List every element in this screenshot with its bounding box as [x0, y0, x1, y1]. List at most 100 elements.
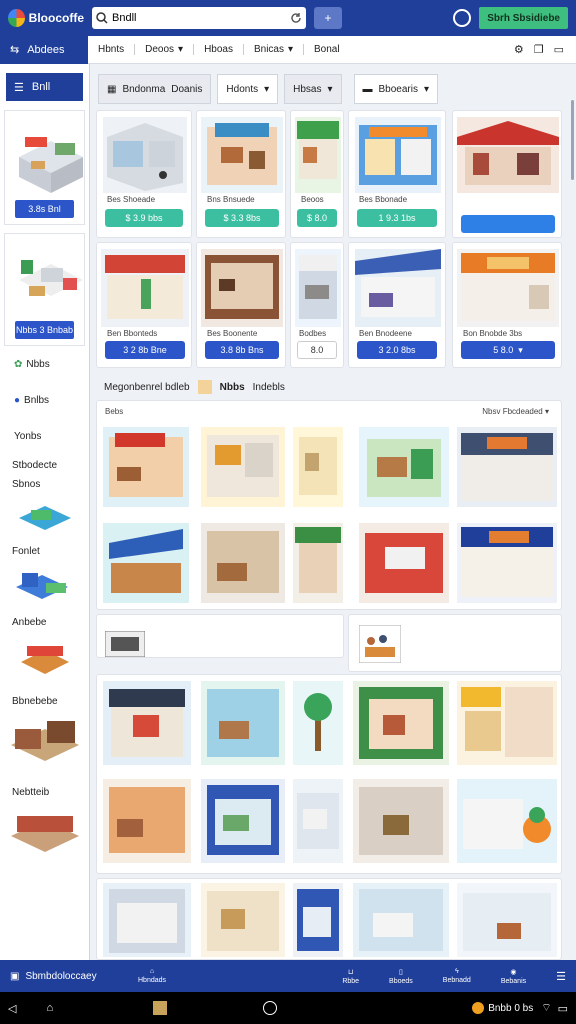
gallery-image[interactable]	[293, 427, 343, 507]
home-nav-icon[interactable]: ⌂	[46, 1002, 53, 1014]
scrollbar[interactable]	[571, 100, 574, 180]
gallery-image[interactable]	[353, 883, 449, 957]
gallery-image[interactable]	[293, 523, 343, 603]
toolbar-item-1[interactable]: Hbnts	[88, 44, 136, 55]
price-button[interactable]: 3.8 8b Bns	[205, 341, 279, 359]
sidebar-category-6[interactable]: Nebtteib	[0, 781, 89, 800]
search-input[interactable]	[112, 12, 286, 24]
product-card[interactable]: Ben Bnodeene 3 2.0 8bs	[348, 242, 446, 368]
copy-icon[interactable]: ❐	[534, 43, 544, 56]
product-image	[101, 249, 189, 327]
bottom-item-1[interactable]: ⌂ Hbndads	[138, 968, 166, 984]
sidebar-category-4[interactable]: Anbebe	[0, 611, 89, 630]
sidebar-menu-button[interactable]: ☰ Bnll	[6, 73, 83, 101]
gallery-image[interactable]	[359, 427, 449, 507]
coin-icon	[472, 1002, 485, 1014]
sidebar-card-2[interactable]: Nbbs 3 Bnbab	[4, 233, 85, 346]
gallery-image[interactable]	[103, 779, 191, 863]
filter-label: Bndonma	[122, 83, 166, 95]
gallery-image[interactable]	[103, 681, 191, 765]
gallery-image[interactable]	[457, 681, 557, 765]
product-card[interactable]: Bes Shoeade $ 3.9 bbs	[96, 110, 192, 238]
price-button[interactable]	[461, 215, 555, 233]
bottom-left[interactable]: ▣ Sbmbdoloccaey	[10, 971, 130, 982]
app-bar: Bloocoffe + Sbrh Sbsidiebe	[0, 0, 576, 36]
gallery-image[interactable]	[103, 883, 191, 957]
toolbar-item-2[interactable]: Deoos ▾	[135, 44, 195, 55]
gallery-image[interactable]	[103, 427, 189, 507]
search-bar[interactable]	[92, 7, 306, 29]
gallery-image[interactable]	[359, 523, 449, 603]
filter-chip-4[interactable]: ▬ Bboearis ▾	[353, 74, 439, 104]
sidebar-category-3[interactable]: Fonlet	[0, 540, 89, 559]
gallery-image[interactable]	[353, 681, 449, 765]
price-button[interactable]: 3 2 8b Bne	[105, 341, 185, 359]
product-card[interactable]: Bes Bbonade 1 9.3 1bs	[348, 110, 446, 238]
gallery-image[interactable]	[457, 523, 557, 603]
gallery-image[interactable]	[353, 779, 449, 863]
bottom-item-2[interactable]: ⊔ Rbbe	[342, 968, 359, 985]
sidebar-category-1[interactable]: Stbodecte	[0, 454, 89, 473]
product-card[interactable]: Ben Bbonteds 3 2 8b Bne	[96, 242, 192, 368]
sidebar-link-3[interactable]: Yonbs	[0, 418, 89, 454]
bottom-item-4[interactable]: ϟ Bebnadd	[443, 968, 471, 984]
bookmark-icon[interactable]: ▭	[554, 43, 564, 56]
gallery-image[interactable]	[103, 523, 189, 603]
product-card[interactable]: Bodbes 8.0	[290, 242, 344, 368]
refresh-icon[interactable]	[290, 12, 302, 24]
toolbar-left[interactable]: ⇆ Abdees	[0, 35, 88, 64]
app-switcher-icon[interactable]	[153, 1001, 168, 1015]
app-logo[interactable]: Bloocoffe	[8, 9, 84, 27]
toolbar-item-3[interactable]: Hboas	[194, 44, 244, 55]
bottom-item-5[interactable]: ◉ Bebanis	[501, 968, 526, 985]
product-card[interactable]	[452, 110, 562, 238]
gallery-image[interactable]	[201, 681, 285, 765]
sidebar-category-5[interactable]: Bbnebebe	[0, 690, 89, 709]
gallery-image[interactable]	[201, 779, 285, 863]
price-button[interactable]: $ 3.3 8bs	[205, 209, 279, 227]
panel-right-text: Nbsv Fbcdeaded	[482, 407, 543, 416]
panel-label-right[interactable]: Nbsv Fbcdeaded ▾	[482, 407, 549, 416]
sidebar-card-2-button[interactable]: Nbbs 3 Bnbab	[15, 321, 74, 339]
bottom-item-label: Rbbe	[342, 977, 360, 985]
price-button[interactable]: 8.0	[297, 341, 337, 359]
price-button[interactable]: 3 2.0 8bs	[357, 341, 437, 359]
gallery-image[interactable]	[457, 883, 557, 957]
gallery-image[interactable]	[201, 427, 285, 507]
bottom-item-3[interactable]: ▯ Bboeds	[389, 968, 413, 985]
price-button[interactable]: 1 9.3 1bs	[357, 209, 437, 227]
price-button[interactable]: 5 8.0 ▾	[461, 341, 555, 359]
price-button[interactable]: $ 3.9 bbs	[105, 209, 183, 227]
menu-icon[interactable]: ☰	[556, 970, 566, 983]
filter-chip-2[interactable]: Hdonts ▾	[217, 74, 279, 104]
cta-button[interactable]: Sbrh Sbsidiebe	[479, 7, 568, 29]
gallery-image[interactable]	[293, 883, 343, 957]
gallery-image[interactable]	[457, 779, 557, 863]
toolbar-item-5[interactable]: Bonal	[304, 44, 350, 55]
toolbar-item-4[interactable]: Bnicas ▾	[244, 44, 305, 55]
profile-icon[interactable]	[453, 9, 472, 27]
sidebar-card-1-button[interactable]: 3.8s Bnl	[15, 200, 74, 218]
sidebar-category-2[interactable]: Sbnos	[0, 473, 89, 492]
filter-chip-1[interactable]: ▦ Bndonma Doanis	[98, 74, 212, 104]
filter-chip-3[interactable]: Hbsas ▾	[284, 74, 342, 104]
product-card[interactable]: Beoos $ 8.0	[290, 110, 344, 238]
product-card[interactable]: Bns Bnsuede $ 3.3 8bs	[196, 110, 286, 238]
sidebar-link-2[interactable]: ● Bnlbs	[0, 382, 89, 418]
back-icon[interactable]: ◁	[8, 1002, 16, 1015]
gallery-image[interactable]	[457, 427, 557, 507]
add-button[interactable]: +	[314, 7, 342, 29]
sidebar-card-1[interactable]: 3.8s Bnl	[4, 110, 85, 225]
product-card[interactable]: Bes Boonente 3.8 8b Bns	[196, 242, 286, 368]
settings-icon[interactable]: ⚙	[514, 43, 524, 56]
gallery-image[interactable]	[293, 779, 343, 863]
arrows-icon: ⇆	[10, 44, 20, 56]
product-card[interactable]: Bon Bnobde 3bs 5 8.0 ▾	[452, 242, 562, 368]
circle-nav-icon[interactable]	[263, 1001, 278, 1015]
gallery-image[interactable]	[201, 883, 285, 957]
gallery-image[interactable]	[201, 523, 285, 603]
bottom-left-label: Sbmbdoloccaey	[25, 970, 97, 982]
sidebar-link-1[interactable]: ✿ Nbbs	[0, 346, 89, 382]
gallery-image[interactable]	[293, 681, 343, 765]
price-button[interactable]: $ 8.0	[297, 209, 337, 227]
